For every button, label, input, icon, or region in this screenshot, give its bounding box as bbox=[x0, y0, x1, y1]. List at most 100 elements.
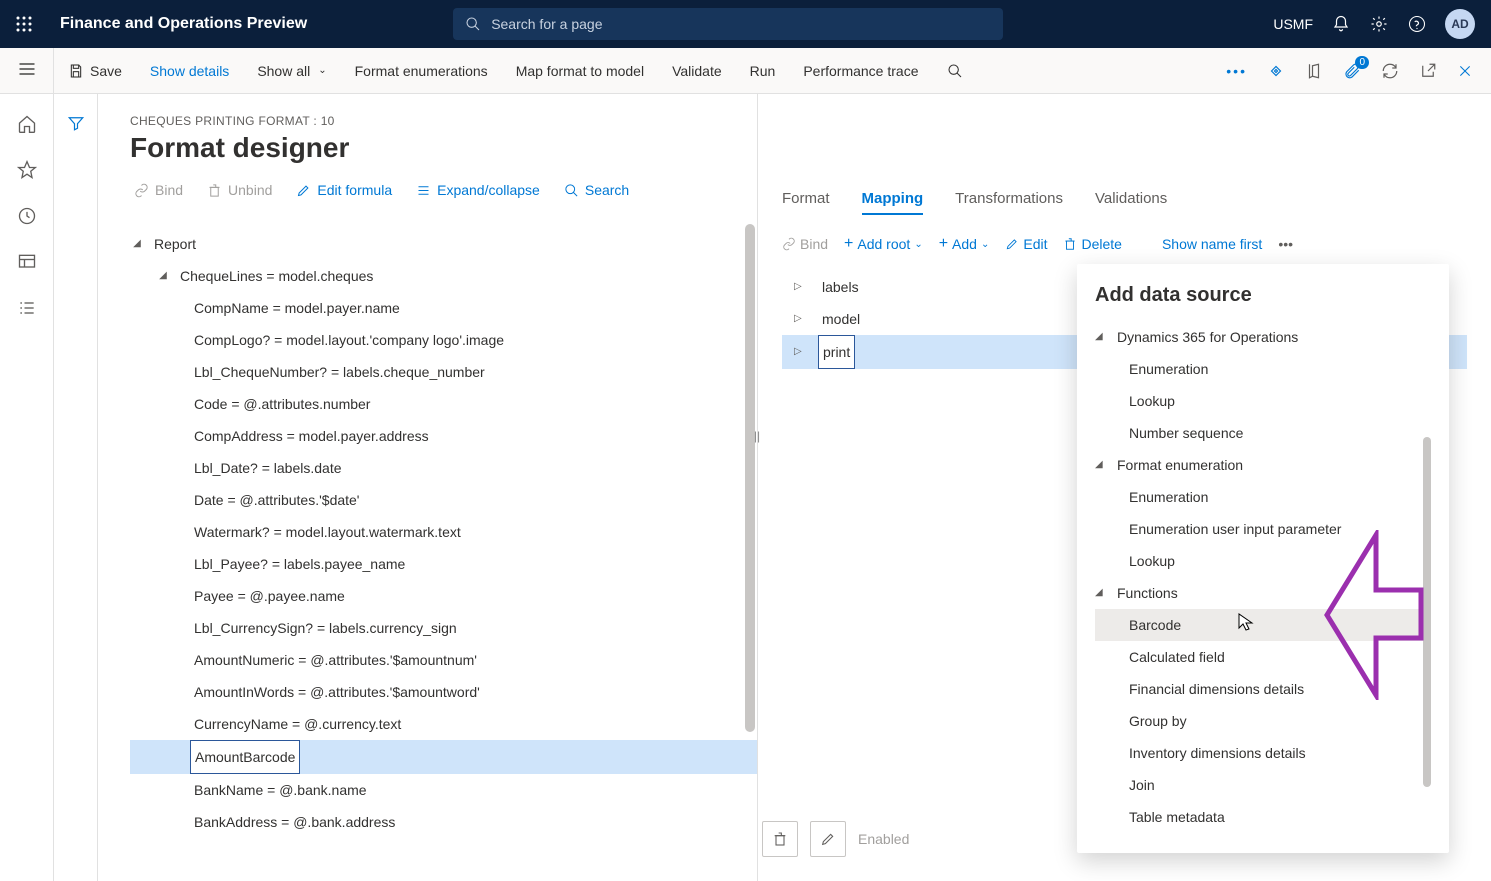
tab-validations[interactable]: Validations bbox=[1095, 190, 1167, 215]
popout-icon[interactable] bbox=[1419, 62, 1437, 80]
performance-trace-button[interactable]: Performance trace bbox=[803, 63, 918, 79]
tree-node[interactable]: Lbl_Date? = labels.date bbox=[130, 452, 757, 484]
popover-category[interactable]: ◢Format enumeration bbox=[1095, 449, 1431, 481]
splitter-handle[interactable]: || bbox=[752, 424, 762, 448]
avatar[interactable]: AD bbox=[1445, 9, 1475, 39]
tree-node[interactable]: AmountBarcode bbox=[130, 740, 757, 774]
collapse-icon[interactable]: ◢ bbox=[130, 228, 144, 260]
filter-icon[interactable] bbox=[67, 114, 85, 881]
popover-list[interactable]: ◢Dynamics 365 for OperationsEnumerationL… bbox=[1095, 321, 1431, 833]
tree-search-button[interactable]: Search bbox=[564, 182, 629, 198]
tab-transformations[interactable]: Transformations bbox=[955, 190, 1063, 215]
clock-icon[interactable] bbox=[17, 206, 37, 226]
tree-node[interactable]: AmountInWords = @.attributes.'$amountwor… bbox=[130, 676, 757, 708]
hamburger-icon[interactable] bbox=[17, 59, 37, 82]
edit-formula-button[interactable]: Edit formula bbox=[296, 182, 392, 198]
save-button[interactable]: Save bbox=[68, 63, 122, 79]
validate-button[interactable]: Validate bbox=[672, 63, 722, 79]
collapse-icon[interactable]: ◢ bbox=[1095, 321, 1109, 353]
workspace-icon[interactable] bbox=[17, 252, 37, 272]
tree-node[interactable]: CompLogo? = model.layout.'company logo'.… bbox=[130, 324, 757, 356]
collapse-icon[interactable]: ◢ bbox=[1095, 449, 1109, 481]
tree-node-report[interactable]: ◢Report bbox=[130, 228, 757, 260]
map-format-button[interactable]: Map format to model bbox=[516, 63, 644, 79]
tree-node[interactable]: AmountNumeric = @.attributes.'$amountnum… bbox=[130, 644, 757, 676]
delete-button[interactable]: Delete bbox=[1063, 236, 1121, 252]
expand-icon[interactable]: ▷ bbox=[794, 303, 808, 335]
popover-item[interactable]: Financial dimensions details bbox=[1095, 673, 1431, 705]
close-icon[interactable] bbox=[1457, 63, 1473, 79]
collapse-icon[interactable]: ◢ bbox=[156, 260, 170, 292]
unbind-button[interactable]: Unbind bbox=[207, 182, 272, 198]
tree-node[interactable]: BankName = @.bank.name bbox=[130, 774, 757, 806]
tree-node[interactable]: Payee = @.payee.name bbox=[130, 580, 757, 612]
popover-item[interactable]: Number sequence bbox=[1095, 417, 1431, 449]
tab-mapping[interactable]: Mapping bbox=[862, 190, 924, 215]
bind-button[interactable]: Bind bbox=[134, 182, 183, 198]
bell-icon[interactable] bbox=[1331, 14, 1351, 34]
tree-node[interactable]: Lbl_CurrencySign? = labels.currency_sign bbox=[130, 612, 757, 644]
popover-item[interactable]: Lookup bbox=[1095, 385, 1431, 417]
app-title: Finance and Operations Preview bbox=[48, 15, 307, 33]
tree-node[interactable]: Lbl_Payee? = labels.payee_name bbox=[130, 548, 757, 580]
tree-node[interactable]: BankAddress = @.bank.address bbox=[130, 806, 757, 838]
attachments-icon[interactable]: 0 bbox=[1343, 62, 1361, 80]
format-enumerations-button[interactable]: Format enumerations bbox=[355, 63, 488, 79]
tree-node[interactable]: Watermark? = model.layout.watermark.text bbox=[130, 516, 757, 548]
star-icon[interactable] bbox=[17, 160, 37, 180]
show-name-first-button[interactable]: Show name first bbox=[1162, 236, 1262, 252]
format-tree[interactable]: ◢Report◢ChequeLines = model.chequesCompN… bbox=[118, 224, 757, 838]
global-search[interactable]: Search for a page bbox=[453, 8, 1003, 40]
chevron-down-icon: ⌄ bbox=[318, 65, 326, 76]
popover-item[interactable]: Calculated field bbox=[1095, 641, 1431, 673]
popover-category[interactable]: ◢Functions bbox=[1095, 577, 1431, 609]
popover-item[interactable]: Enumeration bbox=[1095, 353, 1431, 385]
company-code[interactable]: USMF bbox=[1273, 16, 1313, 32]
show-details-button[interactable]: Show details bbox=[150, 63, 229, 79]
popover-item[interactable]: Group by bbox=[1095, 705, 1431, 737]
popover-item[interactable]: Enumeration user input parameter bbox=[1095, 513, 1431, 545]
office-icon[interactable] bbox=[1305, 62, 1323, 80]
refresh-icon[interactable] bbox=[1381, 62, 1399, 80]
tree-node[interactable]: Lbl_ChequeNumber? = labels.cheque_number bbox=[130, 356, 757, 388]
expand-icon[interactable]: ▷ bbox=[794, 336, 808, 368]
more-icon[interactable]: ••• bbox=[1278, 236, 1293, 252]
diamond-icon[interactable] bbox=[1267, 62, 1285, 80]
popover-category[interactable]: ◢Dynamics 365 for Operations bbox=[1095, 321, 1431, 353]
tree-node[interactable]: CurrencyName = @.currency.text bbox=[130, 708, 757, 740]
bottom-delete-button[interactable] bbox=[762, 821, 798, 857]
tree-node[interactable]: CompName = model.payer.name bbox=[130, 292, 757, 324]
help-icon[interactable] bbox=[1407, 14, 1427, 34]
modules-icon[interactable] bbox=[17, 298, 37, 318]
show-all-button[interactable]: Show all⌄ bbox=[257, 63, 326, 79]
popover-item[interactable]: Enumeration bbox=[1095, 481, 1431, 513]
run-button[interactable]: Run bbox=[750, 63, 776, 79]
save-label: Save bbox=[90, 63, 122, 79]
collapse-icon[interactable]: ◢ bbox=[1095, 577, 1109, 609]
ellipsis-icon[interactable]: ••• bbox=[1226, 63, 1247, 79]
add-button[interactable]: +Add⌄ bbox=[939, 235, 990, 253]
tree-node[interactable]: Date = @.attributes.'$date' bbox=[130, 484, 757, 516]
tree-node[interactable]: CompAddress = model.payer.address bbox=[130, 420, 757, 452]
home-icon[interactable] bbox=[17, 114, 37, 134]
add-root-button[interactable]: +Add root⌄ bbox=[844, 235, 923, 253]
bottom-edit-button[interactable] bbox=[810, 821, 846, 857]
gear-icon[interactable] bbox=[1369, 14, 1389, 34]
map-bind-button[interactable]: Bind bbox=[782, 236, 828, 252]
popover-scrollbar[interactable] bbox=[1423, 437, 1431, 787]
expand-icon[interactable]: ▷ bbox=[794, 271, 808, 303]
waffle-icon[interactable] bbox=[0, 0, 48, 48]
actionbar-search-icon[interactable] bbox=[947, 63, 963, 79]
popover-item[interactable]: Barcode bbox=[1095, 609, 1431, 641]
popover-item[interactable]: Join bbox=[1095, 769, 1431, 801]
popover-item[interactable]: Inventory dimensions details bbox=[1095, 737, 1431, 769]
attachments-badge: 0 bbox=[1355, 56, 1369, 69]
tree-scrollbar[interactable] bbox=[745, 224, 755, 732]
edit-button[interactable]: Edit bbox=[1005, 236, 1047, 252]
popover-item[interactable]: Table metadata bbox=[1095, 801, 1431, 833]
tab-format[interactable]: Format bbox=[782, 190, 830, 215]
tree-node[interactable]: Code = @.attributes.number bbox=[130, 388, 757, 420]
tree-node-chequelines[interactable]: ◢ChequeLines = model.cheques bbox=[130, 260, 757, 292]
popover-item[interactable]: Lookup bbox=[1095, 545, 1431, 577]
expand-collapse-button[interactable]: Expand/collapse bbox=[416, 182, 540, 198]
